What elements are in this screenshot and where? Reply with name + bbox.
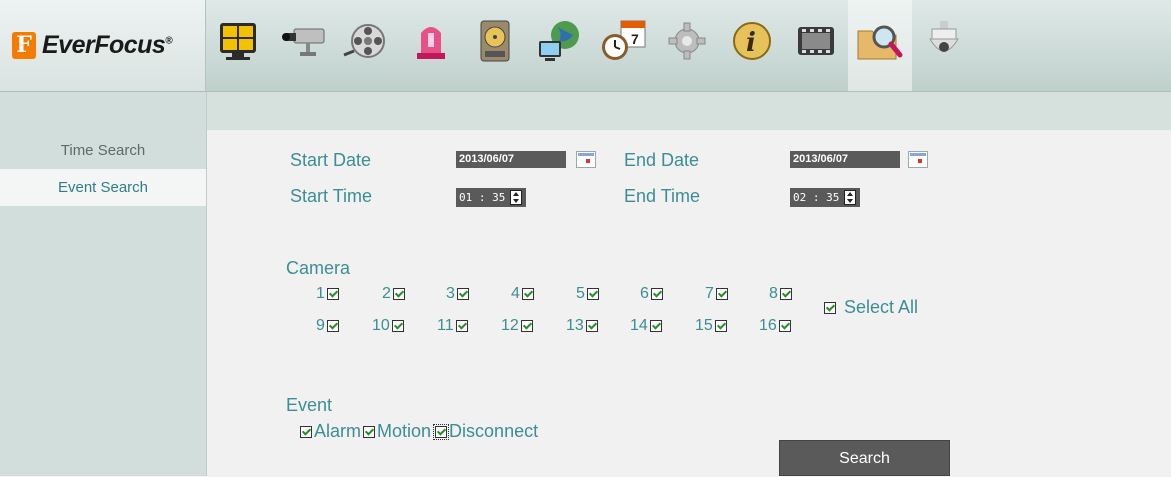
checkbox-icon[interactable] bbox=[391, 320, 404, 332]
disconnect-checkbox[interactable] bbox=[433, 423, 450, 440]
hard-disk-icon bbox=[480, 20, 510, 62]
camera-checkbox-1[interactable]: 1 bbox=[316, 285, 339, 303]
end-date-calendar-icon[interactable] bbox=[908, 151, 928, 168]
alarm-option-label: Alarm bbox=[314, 421, 362, 441]
end-time-value: 02 : 35 bbox=[793, 191, 840, 204]
content-header-bar bbox=[207, 92, 1171, 130]
camera-checkbox-12[interactable]: 12 bbox=[501, 317, 533, 335]
information-icon: i bbox=[732, 22, 771, 60]
network-button[interactable] bbox=[527, 0, 591, 91]
live-view-button[interactable] bbox=[206, 0, 270, 91]
camera-checkbox-7[interactable]: 7 bbox=[705, 285, 728, 303]
start-time-spinner-icon[interactable] bbox=[510, 190, 522, 205]
network-icon bbox=[539, 21, 580, 61]
start-date-field[interactable]: 2013/06/07 bbox=[456, 151, 566, 168]
checkbox-icon[interactable] bbox=[586, 288, 599, 300]
camera-checkbox-5[interactable]: 5 bbox=[576, 285, 599, 303]
start-time-label: Start Time bbox=[290, 186, 373, 206]
checkbox-icon[interactable] bbox=[326, 320, 339, 332]
motion-checkbox[interactable] bbox=[363, 425, 376, 438]
end-date-field[interactable]: 2013/06/07 bbox=[790, 151, 900, 168]
playback-button[interactable] bbox=[334, 0, 398, 91]
end-time-field[interactable]: 02 : 35 bbox=[790, 188, 860, 207]
checkbox-icon[interactable] bbox=[520, 320, 533, 332]
checkbox-icon[interactable] bbox=[585, 320, 598, 332]
information-button[interactable]: i bbox=[720, 0, 784, 91]
camera-checkbox-4[interactable]: 4 bbox=[511, 285, 534, 303]
camera-icon bbox=[282, 28, 325, 56]
checkbox-icon[interactable] bbox=[326, 288, 339, 300]
search-button-tab[interactable] bbox=[847, 0, 913, 91]
camera-checkbox-16[interactable]: 16 bbox=[759, 317, 791, 335]
alarm-button[interactable] bbox=[399, 0, 463, 91]
camera-checkbox-6[interactable]: 6 bbox=[640, 285, 663, 303]
ptz-dome-icon bbox=[929, 21, 960, 52]
end-date-label: End Date bbox=[624, 150, 700, 170]
start-date-calendar-icon[interactable] bbox=[576, 151, 596, 168]
checkbox-icon[interactable] bbox=[714, 320, 727, 332]
live-view-grid-icon bbox=[220, 23, 257, 60]
settings-button[interactable] bbox=[655, 0, 719, 91]
search-folder-icon bbox=[857, 25, 903, 60]
alarm-checkbox[interactable] bbox=[300, 425, 312, 438]
end-time-label: End Time bbox=[624, 186, 701, 206]
search-button[interactable]: Search bbox=[779, 440, 950, 476]
playback-reel-icon bbox=[343, 24, 386, 58]
camera-checkbox-13[interactable]: 13 bbox=[566, 317, 598, 335]
ptz-button[interactable] bbox=[912, 0, 976, 91]
camera-checkbox-14[interactable]: 14 bbox=[630, 317, 662, 335]
sidebar-item-event-search[interactable]: Event Search bbox=[0, 169, 206, 206]
svg-text:i: i bbox=[746, 28, 756, 58]
checkbox-icon[interactable] bbox=[778, 320, 791, 332]
alarm-light-icon bbox=[416, 27, 445, 59]
camera-checkbox-10[interactable]: 10 bbox=[372, 317, 404, 335]
checkbox-icon[interactable] bbox=[824, 301, 836, 314]
select-all-checkbox[interactable]: Select All bbox=[824, 297, 918, 318]
start-time-field[interactable]: 01 : 35 bbox=[456, 188, 526, 207]
camera-checkbox-8[interactable]: 8 bbox=[769, 285, 792, 303]
checkbox-icon[interactable] bbox=[456, 288, 469, 300]
camera-checkbox-9[interactable]: 9 bbox=[316, 317, 339, 335]
camera-button[interactable] bbox=[270, 0, 334, 91]
checkbox-icon[interactable] bbox=[779, 288, 792, 300]
end-time-spinner-icon[interactable] bbox=[844, 190, 856, 205]
settings-gear-icon bbox=[668, 22, 706, 60]
camera-checkbox-11[interactable]: 11 bbox=[437, 317, 468, 335]
logo-text: EverFocus® bbox=[42, 31, 173, 59]
select-all-label: Select All bbox=[844, 297, 919, 317]
top-toolbar: F EverFocus® 7 i bbox=[0, 0, 1171, 92]
checkbox-icon[interactable] bbox=[715, 288, 728, 300]
film-backup-icon bbox=[797, 27, 834, 55]
start-time-value: 01 : 35 bbox=[459, 191, 506, 204]
camera-label: Camera bbox=[286, 258, 351, 278]
backup-button[interactable] bbox=[784, 0, 848, 91]
sidebar-item-time-search[interactable]: Time Search bbox=[0, 132, 206, 169]
checkbox-icon[interactable] bbox=[521, 288, 534, 300]
logo-mark: F bbox=[12, 32, 36, 59]
checkbox-icon[interactable] bbox=[455, 320, 468, 332]
everfocus-logo: F EverFocus® bbox=[0, 0, 206, 91]
checkbox-icon[interactable] bbox=[392, 288, 405, 300]
event-options: Alarm Motion Disconnect bbox=[300, 421, 538, 442]
hard-disk-button[interactable] bbox=[463, 0, 527, 91]
camera-checkbox-15[interactable]: 15 bbox=[695, 317, 727, 335]
camera-checkbox-2[interactable]: 2 bbox=[382, 285, 405, 303]
camera-checkbox-3[interactable]: 3 bbox=[446, 285, 469, 303]
start-date-label: Start Date bbox=[290, 150, 372, 170]
sidebar: Time Search Event Search bbox=[0, 92, 207, 476]
checkbox-icon[interactable] bbox=[649, 320, 662, 332]
schedule-icon: 7 bbox=[602, 20, 646, 60]
motion-option-label: Motion bbox=[377, 421, 432, 441]
schedule-button[interactable]: 7 bbox=[591, 0, 655, 91]
disconnect-option-label: Disconnect bbox=[449, 421, 539, 441]
checkbox-icon[interactable] bbox=[650, 288, 663, 300]
svg-text:7: 7 bbox=[631, 31, 639, 47]
event-label: Event bbox=[286, 395, 333, 415]
